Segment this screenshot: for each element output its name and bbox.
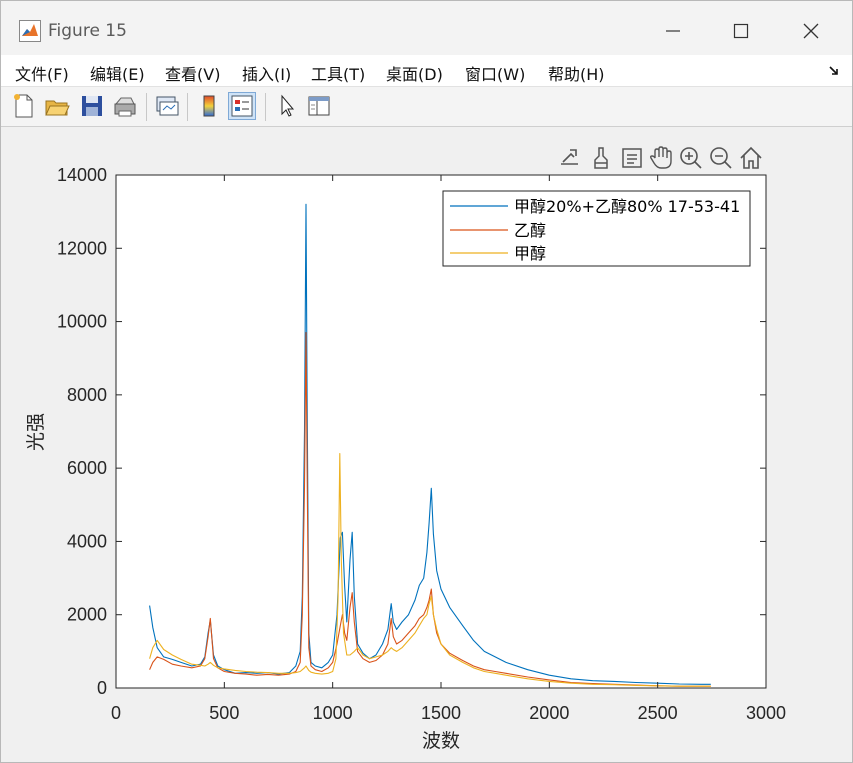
legend-label-3: 甲醇	[514, 244, 546, 263]
brush-icon	[594, 147, 608, 169]
zoom-out-button[interactable]	[710, 147, 732, 169]
datatip-icon	[622, 148, 642, 168]
pan-icon	[649, 146, 672, 169]
axes-toolbar	[561, 146, 762, 169]
legend-label-1: 甲醇20%+乙醇80% 17-53-41	[514, 197, 740, 216]
zoom-in-icon	[680, 147, 702, 169]
export-button[interactable]	[561, 149, 578, 165]
y-tick-label: 6000	[67, 458, 107, 478]
y-axis-label: 光强	[25, 413, 47, 451]
y-tick-label: 0	[97, 678, 107, 698]
export-icon	[561, 149, 578, 165]
x-tick-label: 3000	[746, 703, 786, 723]
legend-label-2: 乙醇	[514, 221, 546, 240]
legend[interactable]: 甲醇20%+乙醇80% 17-53-41 乙醇 甲醇	[442, 190, 751, 267]
datatip-button[interactable]	[622, 148, 642, 168]
plot-svg: 0 500 1000 1500 2000 2500 3000 0 2000 4000 6000 800…	[25, 146, 786, 752]
x-tick-label: 0	[111, 703, 121, 723]
x-tick-label: 2500	[638, 703, 678, 723]
x-axis-label: 波数	[422, 730, 460, 752]
brush-button[interactable]	[594, 147, 608, 169]
x-tick-label: 2000	[529, 703, 569, 723]
figure-window: Figure 15 文件(F) 编辑(E) 查看(V) 插入(I) 工具(T) …	[0, 0, 853, 763]
x-tick-label: 1500	[421, 703, 461, 723]
y-tick-label: 2000	[67, 605, 107, 625]
x-tick-label: 1000	[313, 703, 353, 723]
y-tick-label: 8000	[67, 385, 107, 405]
x-tick-label: 500	[209, 703, 239, 723]
pan-button[interactable]	[649, 146, 672, 169]
y-tick-label: 4000	[67, 531, 107, 551]
zoom-out-icon	[710, 147, 732, 169]
zoom-in-button[interactable]	[680, 147, 702, 169]
home-button[interactable]	[740, 146, 762, 169]
y-tick-label: 10000	[57, 312, 107, 332]
home-icon	[740, 146, 762, 169]
y-tick-label: 12000	[57, 238, 107, 258]
y-tick-label: 14000	[57, 165, 107, 185]
